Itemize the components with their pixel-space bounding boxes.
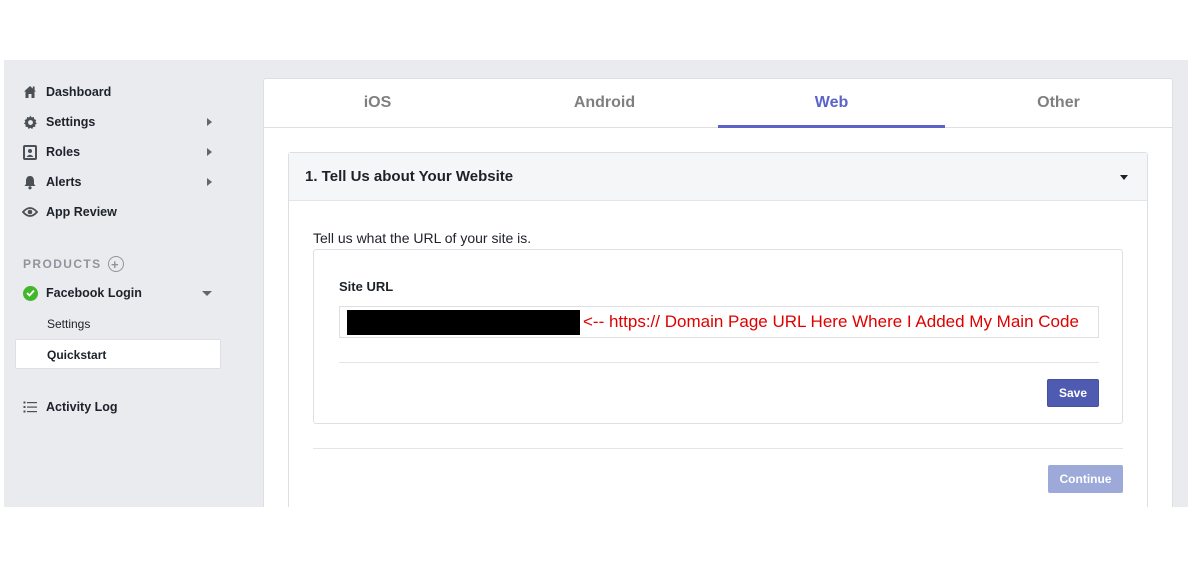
- list-icon: [22, 399, 38, 415]
- sidebar-item-label: Roles: [46, 145, 81, 159]
- sidebar-item-activity-log[interactable]: Activity Log: [22, 395, 222, 419]
- sidebar-item-label: Activity Log: [46, 400, 118, 414]
- products-label: PRODUCTS: [23, 257, 102, 271]
- divider: [313, 448, 1123, 449]
- sidebar-item-dashboard[interactable]: Dashboard: [22, 80, 222, 104]
- chevron-down-icon[interactable]: [202, 291, 212, 296]
- tab-ios[interactable]: iOS: [264, 79, 491, 127]
- url-annotation: <-- https:// Domain Page URL Here Where …: [583, 312, 1079, 331]
- chevron-right-icon: [207, 118, 212, 126]
- section-header[interactable]: 1. Tell Us about Your Website: [289, 153, 1147, 201]
- sidebar-item-facebook-login[interactable]: Facebook Login: [22, 281, 222, 305]
- site-url-label: Site URL: [339, 279, 394, 294]
- sidebar-item-label: Dashboard: [46, 85, 112, 99]
- site-url-card: Site URL <-- https:// Domain Page URL He…: [313, 249, 1123, 424]
- chevron-right-icon: [207, 148, 212, 156]
- divider: [339, 362, 1099, 363]
- sidebar-item-label: Facebook Login: [46, 286, 142, 300]
- platform-tabs: iOS Android Web Other: [264, 79, 1172, 128]
- section-prompt: Tell us what the URL of your site is.: [313, 230, 532, 246]
- sidebar-item-alerts[interactable]: Alerts: [22, 170, 222, 194]
- sidebar-item-label: Settings: [46, 115, 96, 129]
- app-window: Dashboard Settings Roles Alerts App Revi…: [4, 60, 1188, 507]
- eye-icon: [22, 204, 38, 220]
- sidebar-item-label: Quickstart: [47, 348, 107, 362]
- tab-web[interactable]: Web: [718, 79, 945, 128]
- tab-android[interactable]: Android: [491, 79, 718, 127]
- gear-icon: [22, 114, 38, 130]
- quickstart-panel: iOS Android Web Other 1. Tell Us about Y…: [263, 78, 1173, 507]
- sidebar-item-roles[interactable]: Roles: [22, 140, 222, 164]
- bell-icon: [22, 174, 38, 190]
- sidebar-item-label: App Review: [46, 205, 117, 219]
- sidebar: Dashboard Settings Roles Alerts App Revi…: [4, 60, 234, 507]
- sidebar-item-label: Alerts: [46, 175, 82, 189]
- sidebar-subitem-settings[interactable]: Settings: [47, 317, 90, 331]
- site-url-input[interactable]: <-- https:// Domain Page URL Here Where …: [339, 306, 1099, 338]
- tab-other[interactable]: Other: [945, 79, 1172, 127]
- redacted-url: [347, 310, 580, 335]
- sidebar-item-settings[interactable]: Settings: [22, 110, 222, 134]
- website-section: 1. Tell Us about Your Website Tell us wh…: [288, 152, 1148, 507]
- products-heading: PRODUCTS +: [23, 256, 124, 272]
- save-button[interactable]: Save: [1047, 379, 1099, 407]
- chevron-right-icon: [207, 178, 212, 186]
- section-title: 1. Tell Us about Your Website: [305, 168, 514, 185]
- sidebar-subitem-quickstart[interactable]: Quickstart: [15, 339, 221, 369]
- add-product-icon[interactable]: +: [107, 256, 124, 272]
- collapse-caret-icon[interactable]: [1120, 175, 1128, 180]
- check-circle-icon: [22, 285, 38, 301]
- sidebar-item-app-review[interactable]: App Review: [22, 200, 222, 224]
- home-icon: [22, 84, 38, 100]
- continue-button[interactable]: Continue: [1048, 465, 1123, 493]
- roles-icon: [22, 144, 38, 160]
